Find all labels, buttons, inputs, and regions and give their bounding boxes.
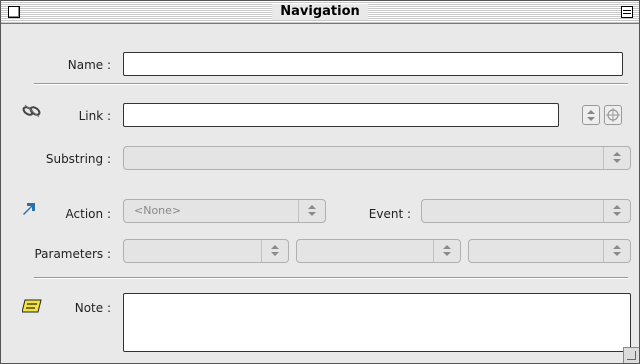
navigation-window: Navigation Name : Link : Substring : Act… bbox=[0, 0, 640, 364]
link-field[interactable] bbox=[123, 103, 559, 127]
collapse-box-icon[interactable] bbox=[621, 6, 633, 18]
parameter-3-popup[interactable] bbox=[468, 239, 631, 263]
close-box-icon[interactable] bbox=[8, 6, 20, 18]
substring-label: Substring : bbox=[45, 152, 111, 166]
link-target-button[interactable] bbox=[604, 105, 622, 125]
link-label: Link : bbox=[78, 109, 111, 123]
note-textarea[interactable] bbox=[123, 293, 631, 352]
note-label: Note : bbox=[74, 301, 111, 315]
divider bbox=[34, 277, 628, 279]
name-field[interactable] bbox=[123, 52, 623, 76]
target-icon bbox=[606, 108, 620, 122]
up-down-arrows-icon bbox=[587, 110, 595, 121]
action-label: Action : bbox=[65, 207, 111, 221]
up-down-arrows-icon bbox=[603, 147, 630, 169]
event-label: Event : bbox=[368, 207, 411, 221]
up-down-arrows-icon bbox=[433, 240, 460, 262]
substring-popup[interactable] bbox=[123, 146, 631, 170]
action-popup-value: <None> bbox=[134, 204, 182, 217]
parameters-label: Parameters : bbox=[34, 247, 111, 261]
title-bar[interactable]: Navigation bbox=[1, 1, 639, 24]
up-down-arrows-icon bbox=[603, 200, 630, 222]
up-down-arrows-icon bbox=[298, 200, 325, 222]
parameter-2-popup[interactable] bbox=[296, 239, 461, 263]
up-down-arrows-icon bbox=[261, 240, 288, 262]
up-down-arrows-icon bbox=[603, 240, 630, 262]
divider bbox=[34, 83, 628, 85]
parameter-1-popup[interactable] bbox=[123, 239, 289, 263]
name-label: Name : bbox=[67, 58, 111, 72]
link-stepper-button[interactable] bbox=[582, 105, 600, 125]
action-popup[interactable]: <None> bbox=[123, 199, 326, 223]
event-popup[interactable] bbox=[421, 199, 631, 223]
resize-grip-icon[interactable] bbox=[623, 347, 639, 363]
window-title: Navigation bbox=[272, 4, 368, 20]
